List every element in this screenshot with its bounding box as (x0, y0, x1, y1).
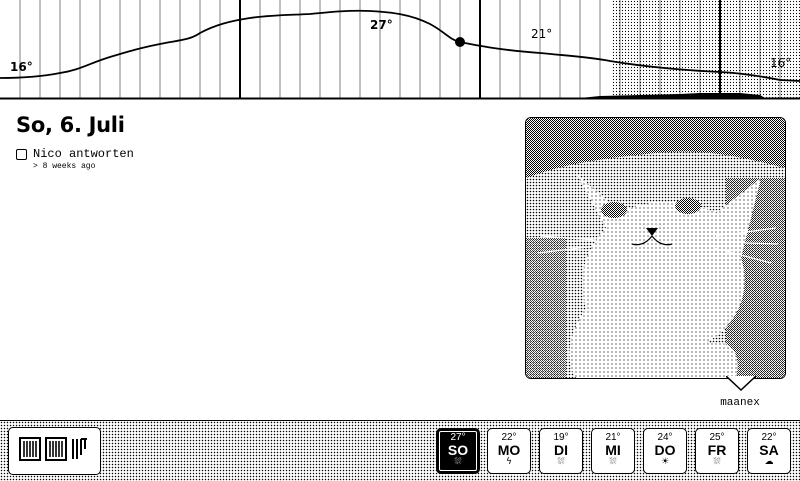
day-name: MI (605, 442, 621, 458)
temp-label-now: 21° (531, 27, 553, 41)
todo-list: Nico antworten > 8 weeks ago (16, 147, 134, 171)
cat-photo (525, 117, 786, 379)
calendar-view-icon[interactable] (19, 436, 41, 466)
temp-label-end: 16° (770, 56, 792, 70)
day-title: So, 6. Juli (16, 113, 125, 137)
photo-caption: maanex (720, 397, 760, 409)
caption-pointer (726, 376, 756, 392)
thunder-icon: ϟ (506, 457, 512, 467)
temp-label-max: 27° (370, 18, 393, 32)
sun-icon: ☀ (660, 457, 670, 467)
rain-icon: ⛆ (609, 457, 617, 467)
temperature-chart (0, 0, 800, 100)
grid-view-icon[interactable] (45, 436, 67, 466)
current-time-marker (455, 37, 465, 47)
day-card-mi[interactable]: 21° MI ⛆ (591, 428, 635, 474)
day-name: DI (554, 442, 568, 458)
columns-view-icon[interactable] (71, 437, 89, 466)
day-card-so[interactable]: 27° SO ⛆ (436, 428, 480, 474)
temperature-graph: 16° 27° 21° 16° (0, 0, 800, 100)
todo-checkbox[interactable] (16, 148, 27, 160)
cloud-rain-icon: ☁ (764, 457, 774, 467)
todo-due-meta: > 8 weeks ago (33, 162, 96, 171)
rain-icon: ⛆ (713, 457, 721, 467)
day-name: SA (759, 442, 779, 458)
todo-text: Nico antworten (33, 147, 134, 161)
day-card-sa[interactable]: 22° SA ☁ (747, 428, 791, 474)
rain-icon: ⛆ (557, 457, 565, 467)
rain-icon: ⛆ (454, 457, 462, 467)
day-name: DO (654, 442, 676, 458)
day-name: SO (447, 442, 469, 458)
cat-photo-image (526, 118, 785, 378)
day-name: FR (707, 442, 727, 458)
day-card-do[interactable]: 24° DO ☀ (643, 428, 687, 474)
view-switcher (8, 427, 101, 475)
day-card-mo[interactable]: 22° MO ϟ (487, 428, 531, 474)
day-card-di[interactable]: 19° DI ⛆ (539, 428, 583, 474)
temp-label-start: 16° (10, 60, 33, 74)
todo-item[interactable]: Nico antworten (16, 147, 134, 161)
day-card-fr[interactable]: 25° FR ⛆ (695, 428, 739, 474)
day-name: MO (497, 442, 521, 458)
